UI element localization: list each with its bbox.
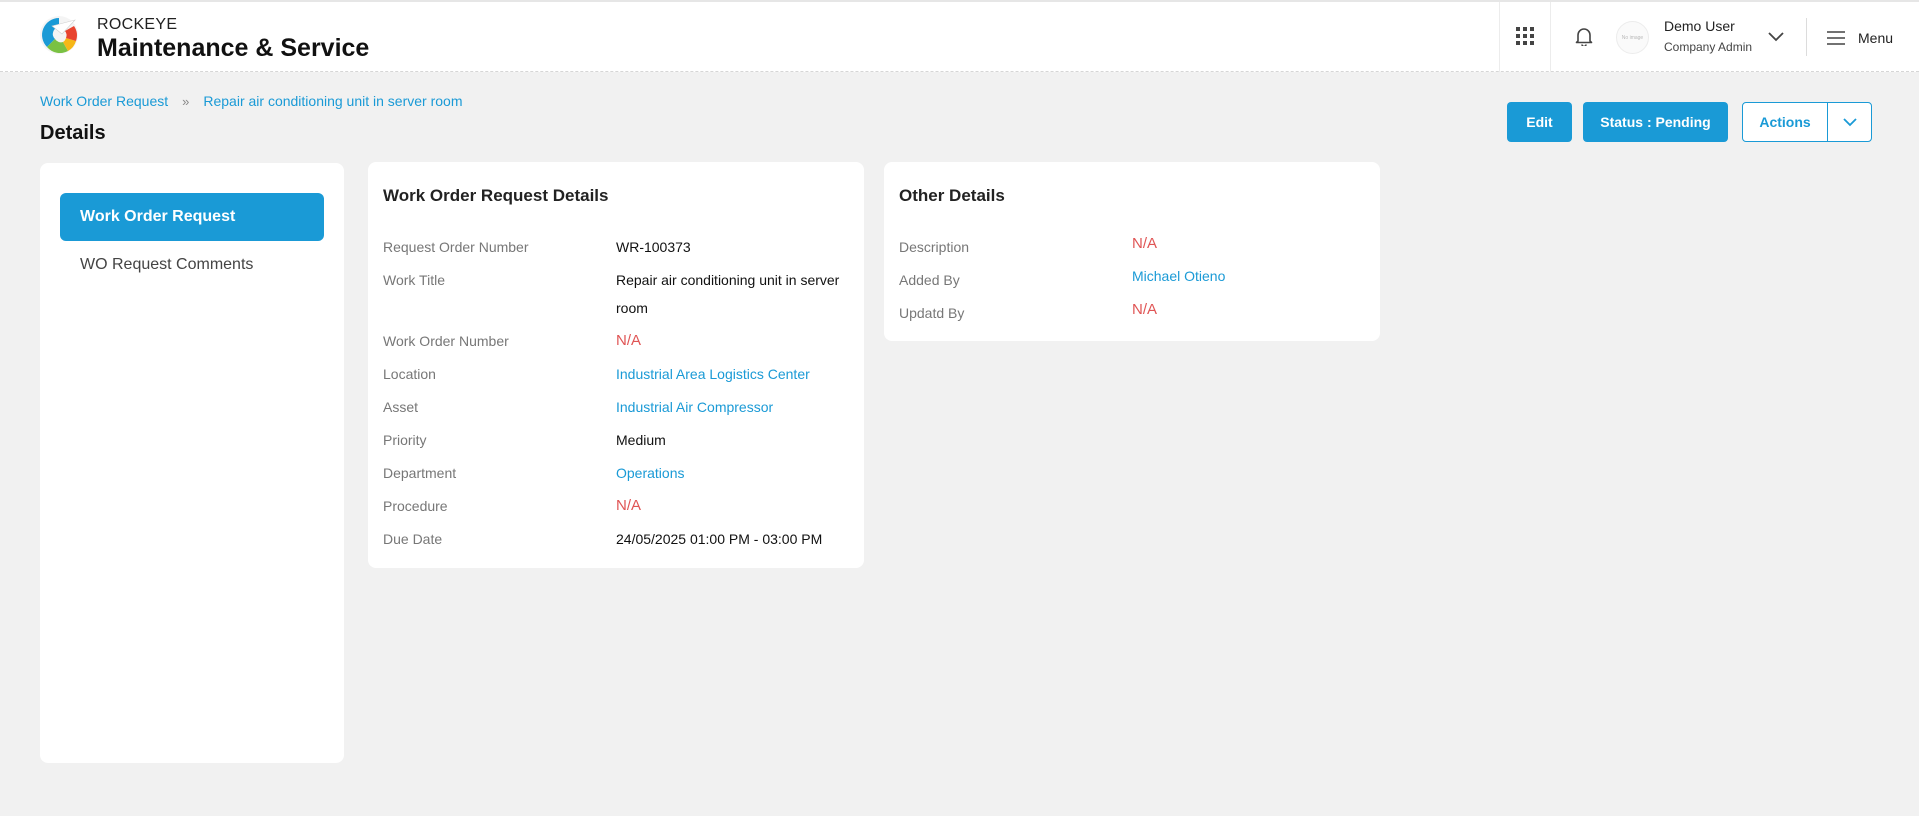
rockeye-logo-icon[interactable] [38,14,80,56]
page-title: Details [40,122,106,144]
chevron-down-icon [1842,117,1857,126]
detail-label: Work Order Number [383,333,509,349]
card-title: Work Order Request Details [383,186,609,205]
apps-grid-icon [1516,27,1534,45]
edit-button[interactable]: Edit [1507,102,1572,142]
work-order-number: N/A [616,332,642,349]
detail-label: Due Date [383,531,443,547]
detail-label: Added By [899,272,960,288]
menu-label: Menu [1858,30,1894,46]
asset-link[interactable]: Industrial Air Compressor [616,393,856,421]
breadcrumb-root[interactable]: Work Order Request [40,93,168,109]
location-link[interactable]: Industrial Area Logistics Center [616,360,856,388]
other-details-card: Other Details Description N/A Added By M… [884,162,1380,341]
notifications-button[interactable] [1572,24,1596,48]
detail-label: Procedure [383,498,448,514]
header-divider [1550,2,1551,72]
card-title: Other Details [899,186,1005,205]
side-nav-label: Work Order Request [80,208,236,225]
side-nav-label: WO Request Comments [80,256,254,273]
due-date-value: 24/05/2025 01:00 PM - 03:00 PM [616,531,823,547]
user-name[interactable]: Demo User [1664,18,1735,34]
priority-value: Medium [616,432,666,448]
added-by-link[interactable]: Michael Otieno [1132,268,1225,284]
side-nav-card: Work Order Request WO Request Comments [40,163,344,763]
bell-icon [1575,28,1593,46]
detail-label: Location [383,366,436,382]
brand-product: Maintenance & Service [97,34,370,62]
brand-company: ROCKEYE [97,16,178,33]
detail-label: Priority [383,432,427,448]
apps-grid-button[interactable] [1513,24,1537,48]
header-divider [1499,2,1500,72]
procedure-value: N/A [616,497,642,514]
updated-by-value: N/A [1132,301,1158,318]
top-bar: ROCKEYE Maintenance & Service No image D… [0,0,1919,72]
work-title: Repair air conditioning unit in server r… [616,272,840,316]
breadcrumb: Work Order Request » Repair air conditio… [40,93,462,109]
chevron-down-icon [1768,32,1784,42]
actions-dropdown-toggle[interactable] [1828,103,1871,141]
hamburger-menu-icon [1827,31,1845,45]
user-role: Company Admin [1664,40,1753,54]
detail-label: Request Order Number [383,239,529,255]
side-nav-wo-request-comments[interactable]: WO Request Comments [60,241,324,289]
status-button[interactable]: Status : Pending [1583,102,1728,142]
department-link[interactable]: Operations [616,459,856,487]
side-nav-work-order-request[interactable]: Work Order Request [60,193,324,241]
breadcrumb-current[interactable]: Repair air conditioning unit in server r… [203,93,462,109]
detail-label: Description [899,239,970,255]
request-order-number: WR-100373 [616,239,691,255]
avatar[interactable]: No image [1616,21,1649,54]
user-menu-toggle[interactable] [1767,28,1785,46]
detail-label: Work Title [383,272,445,288]
detail-label: Asset [383,399,419,415]
description-value: N/A [1132,235,1158,252]
detail-label: Updatd By [899,305,965,321]
double-chevron-right-icon: » [182,93,190,109]
work-order-details-card: Work Order Request Details Request Order… [368,162,864,568]
actions-dropdown: Actions [1742,102,1872,142]
actions-button[interactable]: Actions [1743,103,1828,141]
detail-label: Department [383,465,457,481]
header-divider [1806,18,1807,56]
main-menu-button[interactable]: Menu [1826,28,1893,48]
